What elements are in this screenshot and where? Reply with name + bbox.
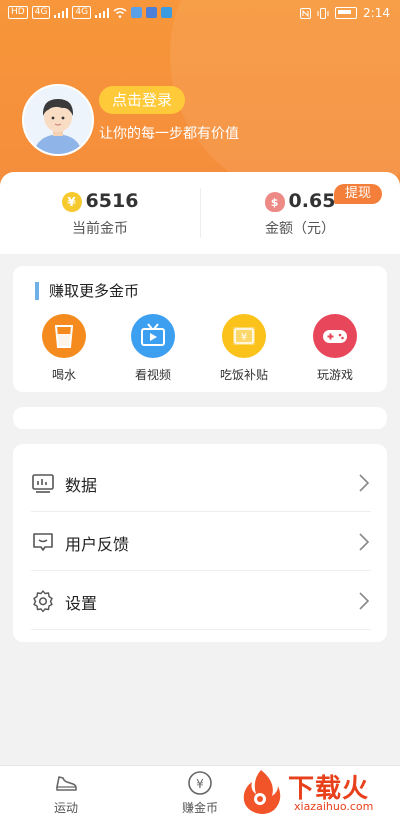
- status-right: 2:14: [300, 6, 390, 20]
- amount-value: 0.65: [288, 190, 336, 212]
- network-4g-indicator-2: 4G: [72, 6, 92, 19]
- placeholder-card: [13, 407, 387, 429]
- chevron-right-icon: [359, 533, 370, 551]
- status-time: 2:14: [363, 6, 390, 20]
- avatar-illustration: [24, 86, 92, 154]
- menu-separator: [31, 570, 371, 571]
- svg-text:¥: ¥: [241, 332, 247, 343]
- coins-value-line: ¥6516: [0, 190, 200, 212]
- menu-separator: [31, 629, 371, 630]
- slogan-text: 让你的每一步都有价值: [99, 126, 239, 142]
- svg-text:¥: ¥: [196, 777, 204, 791]
- chevron-right-icon: [359, 592, 370, 610]
- amount-label: 金额（元）: [265, 221, 335, 237]
- feedback-icon: [33, 533, 53, 551]
- profile-header: HD 4G 4G 2:14 点击登录 让你的每一步都有价值: [0, 0, 400, 200]
- menu-separator: [31, 511, 371, 512]
- nav-label: 赚金币: [181, 801, 218, 815]
- flame-logo-icon: [243, 770, 281, 814]
- menu-item-label: 设置: [65, 594, 98, 613]
- yuan-coin-icon: ¥: [188, 771, 212, 795]
- gear-icon: [33, 590, 53, 613]
- hd-indicator: HD: [8, 6, 28, 19]
- nav-item-earn-coins[interactable]: ¥ 赚金币: [160, 770, 240, 816]
- watermark-logo: 下载火 xiazaihuo.com: [236, 766, 400, 817]
- nfc-icon: [300, 7, 312, 19]
- battery-icon: [335, 7, 358, 19]
- nav-label: 运动: [53, 801, 78, 815]
- app-notification-icon: [131, 7, 143, 18]
- coins-stat[interactable]: ¥6516 当前金币: [0, 172, 200, 254]
- header-decoration: [170, 0, 400, 200]
- task-meal-subsidy[interactable]: ¥ 吃饭补贴: [204, 314, 284, 383]
- app-notification-icon-3: [161, 7, 173, 18]
- menu-item-label: 数据: [65, 476, 98, 495]
- menu-item-label: 用户反馈: [65, 535, 130, 554]
- task-label: 喝水: [51, 368, 76, 382]
- login-button[interactable]: 点击登录: [99, 86, 185, 114]
- money-bag-icon: $: [264, 191, 285, 212]
- menu-card: 数据 用户反馈 设置: [13, 444, 387, 642]
- vibrate-icon: [317, 7, 329, 19]
- tv-icon: [131, 314, 175, 358]
- task-watch-video[interactable]: 看视频: [113, 314, 193, 383]
- coin-icon: ¥: [61, 191, 82, 212]
- menu-item-data[interactable]: 数据: [31, 454, 371, 512]
- coins-label: 当前金币: [72, 221, 128, 237]
- status-bar: HD 4G 4G 2:14: [0, 0, 400, 28]
- withdraw-button[interactable]: 提现: [334, 184, 382, 204]
- task-label: 看视频: [134, 368, 171, 382]
- coins-value: 6516: [85, 190, 139, 212]
- cup-icon: [42, 314, 86, 358]
- watermark-url: xiazaihuo.com: [294, 800, 374, 813]
- app-notification-icon-2: [146, 7, 158, 18]
- task-play-game[interactable]: 玩游戏: [295, 314, 375, 383]
- chevron-right-icon: [359, 474, 370, 492]
- network-4g-indicator: 4G: [31, 6, 51, 19]
- status-left: HD 4G 4G: [8, 6, 173, 19]
- menu-item-feedback[interactable]: 用户反馈: [31, 513, 371, 571]
- avatar[interactable]: [22, 84, 94, 156]
- earn-section-title: 赚取更多金币: [35, 282, 139, 300]
- chart-icon: [32, 474, 54, 493]
- menu-item-settings[interactable]: 设置: [31, 572, 371, 630]
- meal-ticket-icon: ¥: [222, 314, 266, 358]
- nav-item-sport[interactable]: 运动: [26, 770, 106, 816]
- task-drink-water[interactable]: 喝水: [24, 314, 104, 383]
- task-label: 吃饭补贴: [219, 368, 268, 382]
- signal-icon-2: [95, 7, 110, 18]
- task-label: 玩游戏: [316, 368, 353, 382]
- gamepad-icon: [313, 314, 357, 358]
- sneaker-icon: [56, 776, 77, 791]
- signal-icon: [54, 7, 69, 18]
- wifi-icon: [113, 7, 127, 18]
- earn-coins-card: 赚取更多金币 喝水 看视频 ¥ 吃饭补贴 玩游戏: [13, 266, 387, 392]
